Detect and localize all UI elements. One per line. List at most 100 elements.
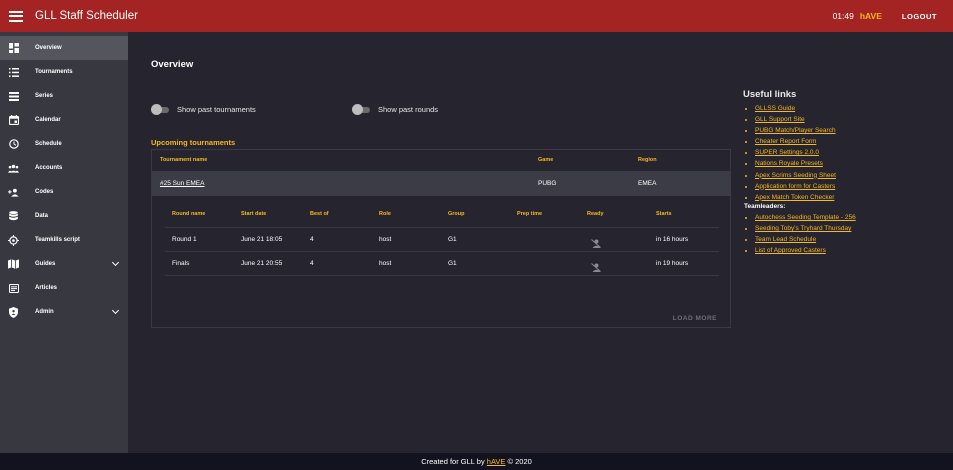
column-header: Prep time <box>517 211 543 217</box>
sidebar-item-label: Calendar <box>35 117 61 123</box>
sidebar: Overview Tournaments Series Calendar Sch… <box>0 32 128 453</box>
menu-icon[interactable] <box>9 10 23 22</box>
logout-button[interactable]: LOGOUT <box>902 12 937 21</box>
round-bestof: 4 <box>310 260 314 267</box>
round-group: G1 <box>448 236 457 243</box>
useful-link[interactable]: Application form for Casters <box>755 183 835 190</box>
list-item: Nations Royale Presets <box>755 158 836 169</box>
sidebar-item-label: Tournaments <box>35 69 73 75</box>
list-item: GLL Support Site <box>755 114 836 125</box>
column-header[interactable]: Game <box>538 157 553 163</box>
list-item: Seeding Toby's Tryhard Thursday <box>755 223 856 234</box>
database-icon <box>8 211 19 222</box>
teamleader-link[interactable]: Team Lead Schedule <box>755 236 816 243</box>
list-item: List of Approved Casters <box>755 245 856 256</box>
useful-link[interactable]: Cheater Report Form <box>755 138 816 145</box>
sidebar-item-articles[interactable]: Articles <box>0 276 128 300</box>
useful-link[interactable]: PUBG Match/Player Search <box>755 127 836 134</box>
useful-link[interactable]: Apex Scrims Seeding Sheet <box>755 172 836 179</box>
list-item: Cheater Report Form <box>755 136 836 147</box>
dashboard-icon <box>8 43 19 54</box>
sidebar-item-schedule[interactable]: Schedule <box>0 132 128 156</box>
list-item: Autochess Seeding Template - 256 <box>755 212 856 223</box>
table-header: Tournament name Game Region <box>152 150 730 172</box>
sidebar-item-data[interactable]: Data <box>0 204 128 228</box>
round-starts: in 16 hours <box>656 236 689 243</box>
list-item: GLLSS Guide <box>755 103 836 114</box>
appbar-right: 01:49 hAVE LOGOUT <box>833 11 953 21</box>
round-start: June 21 20:55 <box>241 260 283 267</box>
teamleader-links-list: Autochess Seeding Template - 256 Seeding… <box>755 212 856 256</box>
useful-link[interactable]: Nations Royale Presets <box>755 160 823 167</box>
shield-icon <box>8 306 19 318</box>
page-title: Overview <box>151 59 194 70</box>
chevron-down-icon[interactable] <box>111 306 120 315</box>
useful-links-title: Useful links <box>743 89 797 100</box>
app-title: GLL Staff Scheduler <box>35 10 138 22</box>
calendar-icon <box>8 115 19 126</box>
toggle-past-rounds[interactable]: Show past rounds <box>352 104 439 115</box>
list-item: Team Lead Schedule <box>755 234 856 245</box>
teamleader-link[interactable]: List of Approved Casters <box>755 247 826 254</box>
round-start: June 21 18:05 <box>241 236 283 243</box>
column-header: Starts <box>656 211 672 217</box>
list-item: Application form for Casters <box>755 181 836 192</box>
sidebar-item-admin[interactable]: Admin <box>0 300 128 324</box>
rounds-header: Round name Start date Best of Role Group… <box>165 199 719 228</box>
app-bar: GLL Staff Scheduler 01:49 hAVE LOGOUT <box>0 0 953 32</box>
round-bestof: 4 <box>310 236 314 243</box>
sidebar-item-label: Series <box>35 93 54 99</box>
sidebar-item-label: Data <box>35 213 49 219</box>
person-add-icon <box>8 187 19 198</box>
clock: 01:49 <box>832 11 854 21</box>
tournaments-table: Tournament name Game Region #25 Sun EMEA… <box>151 149 731 328</box>
column-header[interactable]: Tournament name <box>160 157 207 163</box>
crosshair-icon <box>8 234 19 246</box>
upcoming-tournaments-title: Upcoming tournaments <box>151 138 236 147</box>
useful-link[interactable]: GLLSS Guide <box>755 105 795 112</box>
list-item: Apex Scrims Seeding Sheet <box>755 170 836 181</box>
sidebar-item-accounts[interactable]: Accounts <box>0 156 128 180</box>
footer-copyright: © 2020 <box>507 457 532 466</box>
username[interactable]: hAVE <box>860 11 882 21</box>
load-more-button[interactable]: LOAD MORE <box>673 315 717 322</box>
sidebar-item-tournaments[interactable]: Tournaments <box>0 60 128 84</box>
teamleader-link[interactable]: Autochess Seeding Template - 256 <box>755 214 856 221</box>
toggle-switch[interactable] <box>151 104 169 115</box>
ready-toggle-icon[interactable] <box>591 259 601 277</box>
round-group: G1 <box>448 260 457 267</box>
main-content: Overview Show past tournaments Show past… <box>128 32 953 453</box>
teamleader-link[interactable]: Seeding Toby's Tryhard Thursday <box>755 225 851 232</box>
toggle-past-tournaments[interactable]: Show past tournaments <box>151 104 256 115</box>
sidebar-item-series[interactable]: Series <box>0 84 128 108</box>
ready-toggle-icon[interactable] <box>591 235 601 253</box>
sidebar-item-label: Accounts <box>35 165 63 171</box>
useful-link[interactable]: SUPER Settings 2.0.0 <box>755 149 819 156</box>
sidebar-item-calendar[interactable]: Calendar <box>0 108 128 132</box>
sidebar-item-guides[interactable]: Guides <box>0 252 128 276</box>
toggle-switch[interactable] <box>352 104 370 115</box>
rounds-table: Round name Start date Best of Role Group… <box>165 199 719 276</box>
column-header[interactable]: Region <box>638 157 657 163</box>
sidebar-item-teamkills-script[interactable]: Teamkills script <box>0 228 128 252</box>
article-icon <box>8 283 19 294</box>
column-header: Ready <box>587 211 604 217</box>
column-header: Round name <box>172 211 206 217</box>
table-row[interactable]: #25 Sun EMEA PUBG EMEA <box>152 172 730 196</box>
toggle-label: Show past tournaments <box>177 105 256 114</box>
sidebar-item-codes[interactable]: Codes <box>0 180 128 204</box>
footer-author-link[interactable]: hAVE <box>487 457 506 466</box>
toggle-label: Show past rounds <box>378 105 439 114</box>
round-role: host <box>379 236 392 243</box>
useful-link[interactable]: Apex Match Token Checker <box>755 194 834 201</box>
sidebar-item-label: Overview <box>35 45 62 51</box>
sidebar-item-label: Guides <box>35 261 56 267</box>
tournament-link[interactable]: #25 Sun EMEA <box>160 180 204 187</box>
chevron-down-icon[interactable] <box>111 258 120 267</box>
map-icon <box>8 259 19 270</box>
list-item: SUPER Settings 2.0.0 <box>755 147 836 158</box>
list-item: Apex Match Token Checker <box>755 192 836 203</box>
useful-link[interactable]: GLL Support Site <box>755 116 805 123</box>
tournament-game: PUBG <box>538 180 557 187</box>
sidebar-item-overview[interactable]: Overview <box>0 36 128 60</box>
